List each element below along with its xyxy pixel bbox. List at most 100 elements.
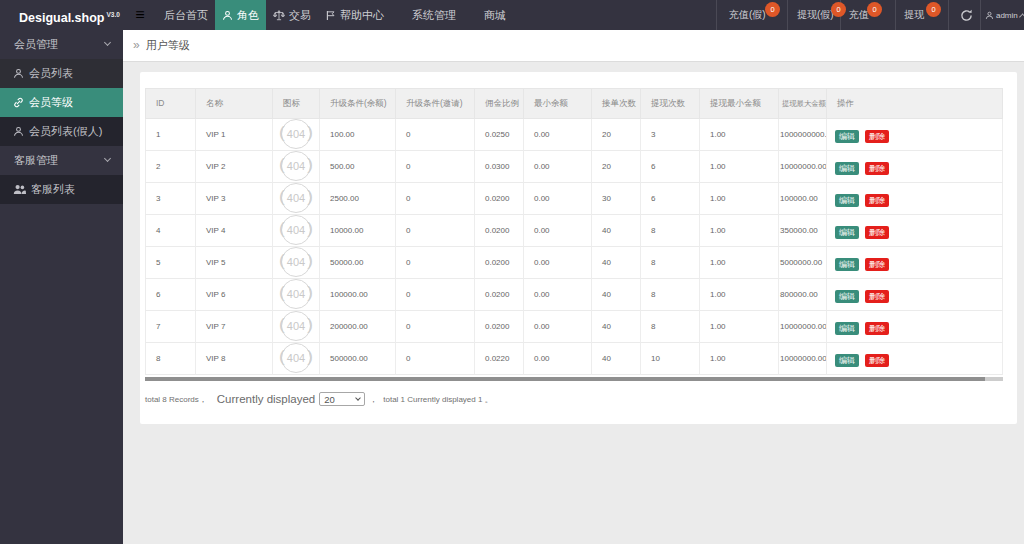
cell-actions: 编辑删除 — [827, 311, 1003, 343]
sidebar-item-label: 客服列表 — [31, 182, 75, 197]
broken-image-404-icon: (404) — [278, 247, 314, 279]
delete-button[interactable]: 删除 — [865, 354, 889, 367]
edit-button[interactable]: 编辑 — [835, 290, 859, 303]
brand-version: V3.0 — [106, 11, 119, 18]
col-header-withdraw-count: 提现次数 — [641, 88, 700, 119]
cell-icon: (404) — [273, 311, 320, 343]
cell-actions: 编辑删除 — [827, 279, 1003, 311]
cell-id: 6 — [145, 279, 196, 311]
col-header-withdraw-max: 提现最大金额 — [779, 88, 827, 119]
sidebar-item-label: 会员列表 — [29, 66, 73, 81]
cell-upgrade-balance: 10000.00 — [320, 215, 396, 247]
cell-upgrade-balance: 500.00 — [320, 151, 396, 183]
nav-item-label: 帮助中心 — [340, 0, 384, 30]
cell-withdraw-max: 350000.00 — [779, 215, 827, 247]
cell-order-count: 40 — [592, 247, 641, 279]
sidebar-group-member-mgmt[interactable]: 会员管理 — [0, 30, 123, 59]
sidebar-group-service-mgmt[interactable]: 客服管理 — [0, 146, 123, 175]
table-row: 5VIP 5(404)50000.0000.02000.004081.00500… — [145, 247, 1003, 279]
edit-button[interactable]: 编辑 — [835, 162, 859, 175]
edit-button[interactable]: 编辑 — [835, 226, 859, 239]
nav-item-system[interactable]: 系统管理 — [405, 0, 463, 30]
page-size-value: 20 — [324, 394, 356, 405]
sidebar-item-member-level[interactable]: 会员等级 — [0, 88, 123, 117]
edit-button[interactable]: 编辑 — [835, 354, 859, 367]
breadcrumb: »用户等级 — [123, 30, 1024, 62]
recharge-fake-badge: 0 — [765, 2, 780, 17]
cell-commission: 0.0200 — [475, 215, 524, 247]
page-size-select[interactable]: 20 — [319, 392, 365, 406]
cell-min-balance: 0.00 — [524, 279, 592, 311]
horizontal-scrollbar[interactable] — [145, 377, 1003, 381]
delete-button[interactable]: 删除 — [865, 226, 889, 239]
table-row: 1VIP 1(404)100.0000.02500.002031.0010000… — [145, 119, 1003, 151]
content-card: ID名称图标升级条件(余额)升级条件(邀请)佣金比例最小余额接单次数提现次数提现… — [140, 72, 1017, 424]
nav-item-role[interactable]: 角色 — [215, 0, 266, 30]
delete-button[interactable]: 删除 — [865, 322, 889, 335]
recharge-link[interactable]: 充值0 — [840, 0, 895, 30]
chevron-up-icon — [1019, 13, 1024, 20]
chevron-down-icon — [104, 155, 111, 162]
link-icon — [13, 97, 24, 108]
cell-order-count: 30 — [592, 183, 641, 215]
cell-commission: 0.0300 — [475, 151, 524, 183]
recharge-fake-link[interactable]: 充值(假)0 — [716, 0, 787, 30]
refresh-button[interactable] — [948, 0, 983, 30]
cell-upgrade-invite: 0 — [396, 119, 475, 151]
pagination-separator: ， — [369, 394, 377, 405]
cell-order-count: 40 — [592, 343, 641, 375]
cell-order-count: 40 — [592, 311, 641, 343]
sidebar-item-label: 会员列表(假人) — [29, 124, 102, 139]
delete-button[interactable]: 删除 — [865, 130, 889, 143]
cell-withdraw-max: 5000000.00 — [779, 247, 827, 279]
cell-name: VIP 6 — [196, 279, 273, 311]
cell-id: 2 — [145, 151, 196, 183]
cell-min-balance: 0.00 — [524, 151, 592, 183]
broken-image-404-icon: (404) — [278, 119, 314, 151]
hamburger-icon[interactable]: ≡ — [123, 0, 157, 30]
withdraw-fake-label: 提现(假) — [797, 9, 834, 20]
cell-actions: 编辑删除 — [827, 215, 1003, 247]
col-header-upgrade-invite: 升级条件(邀请) — [396, 88, 475, 119]
brand-logo[interactable]: Desigual.shopV3.0 — [0, 0, 123, 30]
delete-button[interactable]: 删除 — [865, 258, 889, 271]
edit-button[interactable]: 编辑 — [835, 322, 859, 335]
cell-icon: (404) — [273, 183, 320, 215]
cell-commission: 0.0200 — [475, 247, 524, 279]
cell-withdraw-count: 3 — [641, 119, 700, 151]
cell-withdraw-min: 1.00 — [700, 343, 779, 375]
delete-button[interactable]: 删除 — [865, 162, 889, 175]
edit-button[interactable]: 编辑 — [835, 130, 859, 143]
cell-commission: 0.0200 — [475, 279, 524, 311]
person-icon — [222, 10, 233, 21]
nav-item-dashboard[interactable]: 后台首页 — [157, 0, 215, 30]
withdraw-fake-link[interactable]: 提现(假)0 — [787, 0, 840, 30]
recharge-fake-label: 充值(假) — [729, 9, 766, 20]
withdraw-link[interactable]: 提现0 — [895, 0, 948, 30]
delete-button[interactable]: 删除 — [865, 194, 889, 207]
admin-menu[interactable]: admin — [980, 0, 1024, 30]
cell-name: VIP 7 — [196, 311, 273, 343]
delete-button[interactable]: 删除 — [865, 290, 889, 303]
withdraw-label: 提现 — [904, 9, 924, 20]
sidebar-item-member-list-fake[interactable]: 会员列表(假人) — [0, 117, 123, 146]
cell-upgrade-balance: 500000.00 — [320, 343, 396, 375]
cell-withdraw-min: 1.00 — [700, 247, 779, 279]
cell-commission: 0.0200 — [475, 183, 524, 215]
sidebar-item-member-list[interactable]: 会员列表 — [0, 59, 123, 88]
nav-item-trade[interactable]: 交易 — [266, 0, 318, 30]
edit-button[interactable]: 编辑 — [835, 258, 859, 271]
col-header-withdraw-min: 提现最小金额 — [700, 88, 779, 119]
table-row: 3VIP 3(404)2500.0000.02000.003061.001000… — [145, 183, 1003, 215]
nav-item-label: 后台首页 — [164, 0, 208, 30]
nav-item-help[interactable]: 帮助中心 — [318, 0, 391, 30]
nav-item-mall[interactable]: 商城 — [477, 0, 513, 30]
edit-button[interactable]: 编辑 — [835, 194, 859, 207]
cell-withdraw-count: 8 — [641, 215, 700, 247]
cell-upgrade-invite: 0 — [396, 247, 475, 279]
scrollbar-thumb[interactable] — [145, 377, 985, 381]
sidebar-item-service-list[interactable]: 客服列表 — [0, 175, 123, 204]
cell-icon: (404) — [273, 119, 320, 151]
nav-right: 充值(假)0提现(假)0充值0提现0admin — [716, 0, 1024, 30]
user-level-table: ID名称图标升级条件(余额)升级条件(邀请)佣金比例最小余额接单次数提现次数提现… — [145, 88, 1003, 375]
